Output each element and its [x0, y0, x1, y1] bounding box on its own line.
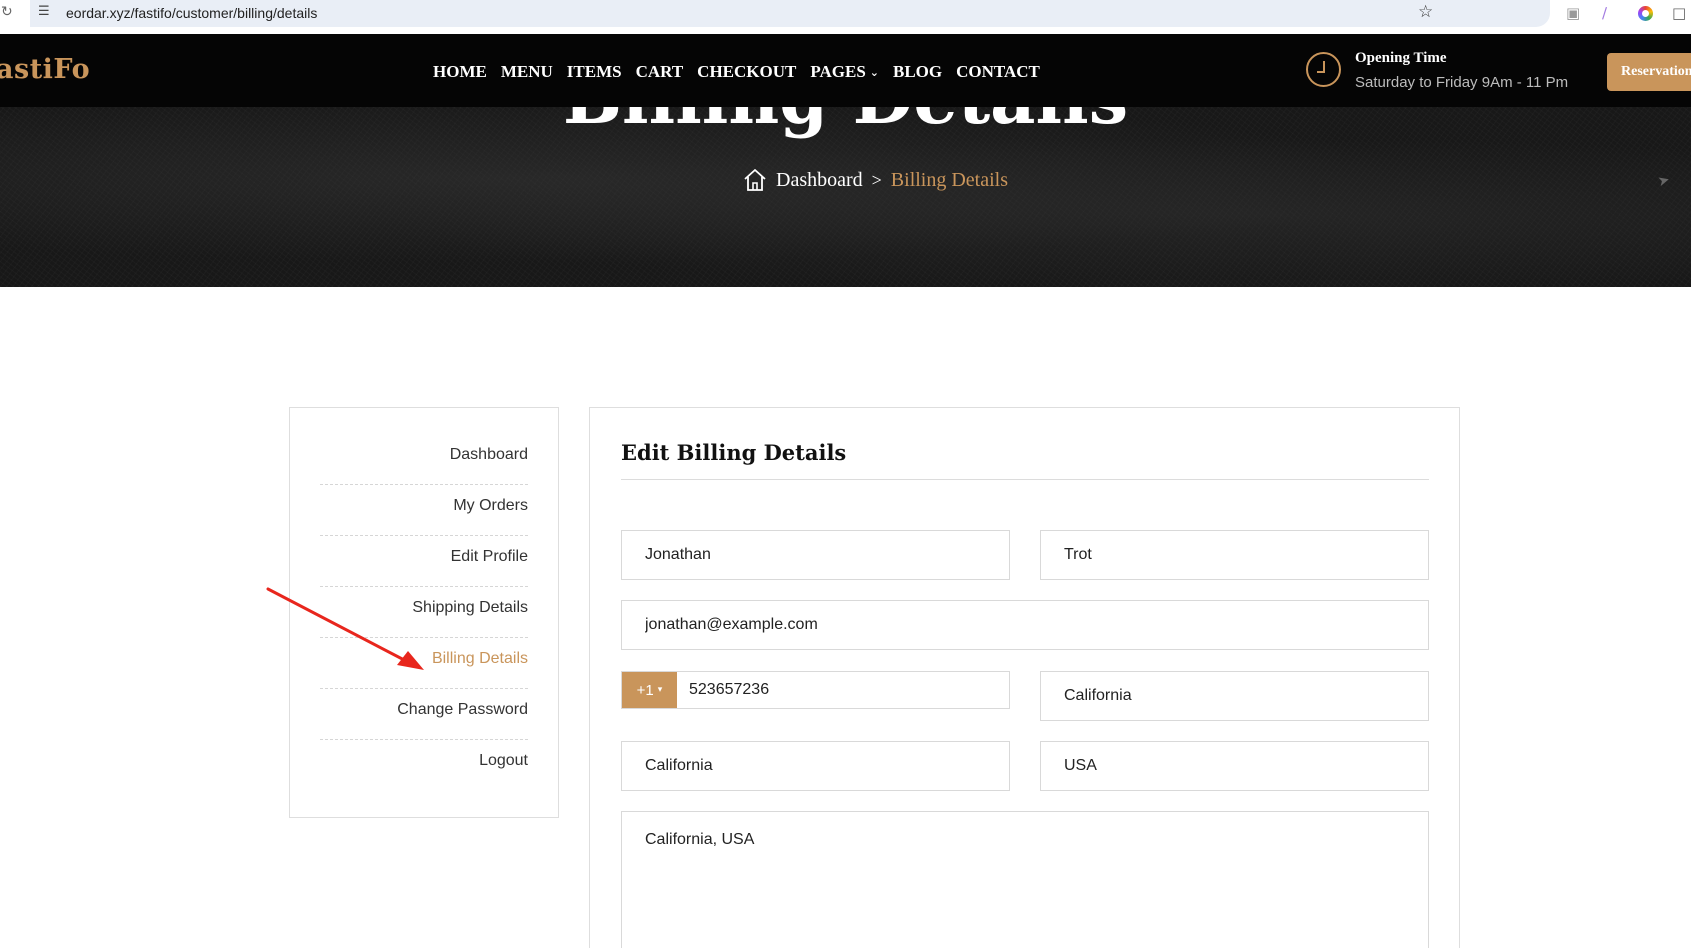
caret-down-icon: ▾: [657, 685, 663, 695]
city-field[interactable]: [621, 741, 1010, 791]
opening-time-hours: Saturday to Friday 9Am - 11 Pm: [1355, 74, 1569, 91]
reload-icon[interactable]: ↻: [1, 4, 13, 20]
page-title: Billing Details: [0, 107, 1691, 140]
nav-pages[interactable]: PAGES ⌄: [810, 62, 879, 82]
home-icon: [744, 169, 766, 191]
sidebar-item-my-orders[interactable]: My Orders: [320, 481, 528, 536]
phone-field: +1 ▾: [621, 671, 1010, 709]
address-field[interactable]: California, USA: [621, 811, 1429, 948]
sidebar-item-edit-profile[interactable]: Edit Profile: [320, 532, 528, 587]
form-title: Edit Billing Details: [621, 440, 847, 465]
opening-time-title: Opening Time: [1355, 50, 1447, 66]
paper-plane-icon: ➤: [1656, 171, 1672, 191]
address-textarea[interactable]: California, USA: [622, 812, 1428, 948]
state-input[interactable]: [1064, 687, 1405, 705]
url-text[interactable]: eordar.xyz/fastifo/customer/billing/deta…: [66, 5, 317, 21]
nav-cart[interactable]: CART: [636, 62, 684, 82]
chevron-down-icon: ⌄: [869, 66, 879, 79]
nav-menu[interactable]: MENU: [501, 62, 553, 82]
reservation-button[interactable]: Reservation: [1607, 53, 1691, 91]
page-hero: Billing Details Dashboard > Billing Deta…: [0, 107, 1691, 287]
breadcrumb: Dashboard > Billing Details: [742, 167, 1008, 193]
site-header: astiFo HOME MENU ITEMS CART CHECKOUT PAG…: [0, 34, 1691, 107]
city-input[interactable]: [645, 757, 986, 775]
last-name-input[interactable]: [1064, 546, 1405, 564]
clock-icon: [1306, 52, 1341, 87]
breadcrumb-current: Billing Details: [890, 168, 1009, 191]
nav-home[interactable]: HOME: [433, 62, 487, 82]
breadcrumb-separator: >: [871, 169, 882, 190]
dial-code-dropdown[interactable]: +1 ▾: [622, 672, 677, 708]
site-info-icon[interactable]: ☰: [38, 4, 50, 19]
pen-icon[interactable]: ∕: [1602, 4, 1607, 22]
site-logo[interactable]: astiFo: [0, 54, 90, 85]
country-field[interactable]: [1040, 741, 1429, 791]
puzzle-icon[interactable]: □: [1672, 4, 1686, 22]
nav-blog[interactable]: BLOG: [893, 62, 942, 82]
main-nav: HOME MENU ITEMS CART CHECKOUT PAGES ⌄ BLO…: [433, 62, 1054, 82]
title-divider: [621, 479, 1429, 480]
camera-icon[interactable]: ▣: [1566, 4, 1580, 22]
first-name-input[interactable]: [645, 546, 986, 564]
email-field[interactable]: [621, 600, 1429, 650]
nav-contact[interactable]: CONTACT: [956, 62, 1040, 82]
nav-checkout[interactable]: CHECKOUT: [697, 62, 796, 82]
phone-input-wrapper: [677, 672, 1009, 708]
breadcrumb-dashboard-link[interactable]: Dashboard: [776, 169, 863, 192]
sidebar-item-dashboard[interactable]: Dashboard: [320, 430, 528, 485]
color-picker-icon[interactable]: [1638, 6, 1653, 21]
sidebar-item-logout[interactable]: Logout: [320, 736, 528, 791]
phone-input[interactable]: [689, 681, 1009, 699]
star-icon[interactable]: ☆: [1418, 2, 1433, 22]
sidebar-item-change-password[interactable]: Change Password: [320, 685, 528, 740]
billing-form-card: Edit Billing Details +1 ▾ California, US…: [589, 407, 1460, 948]
nav-items[interactable]: ITEMS: [567, 62, 622, 82]
browser-toolbar: ↻ ☰ eordar.xyz/fastifo/customer/billing/…: [0, 0, 1691, 34]
annotation-arrow-icon: [266, 587, 424, 670]
last-name-field[interactable]: [1040, 530, 1429, 580]
first-name-field[interactable]: [621, 530, 1010, 580]
nav-pages-label: PAGES: [810, 62, 866, 81]
state-field[interactable]: [1040, 671, 1429, 721]
email-input[interactable]: [645, 616, 1405, 634]
country-input[interactable]: [1064, 757, 1405, 775]
dial-code-label: +1: [636, 681, 654, 699]
